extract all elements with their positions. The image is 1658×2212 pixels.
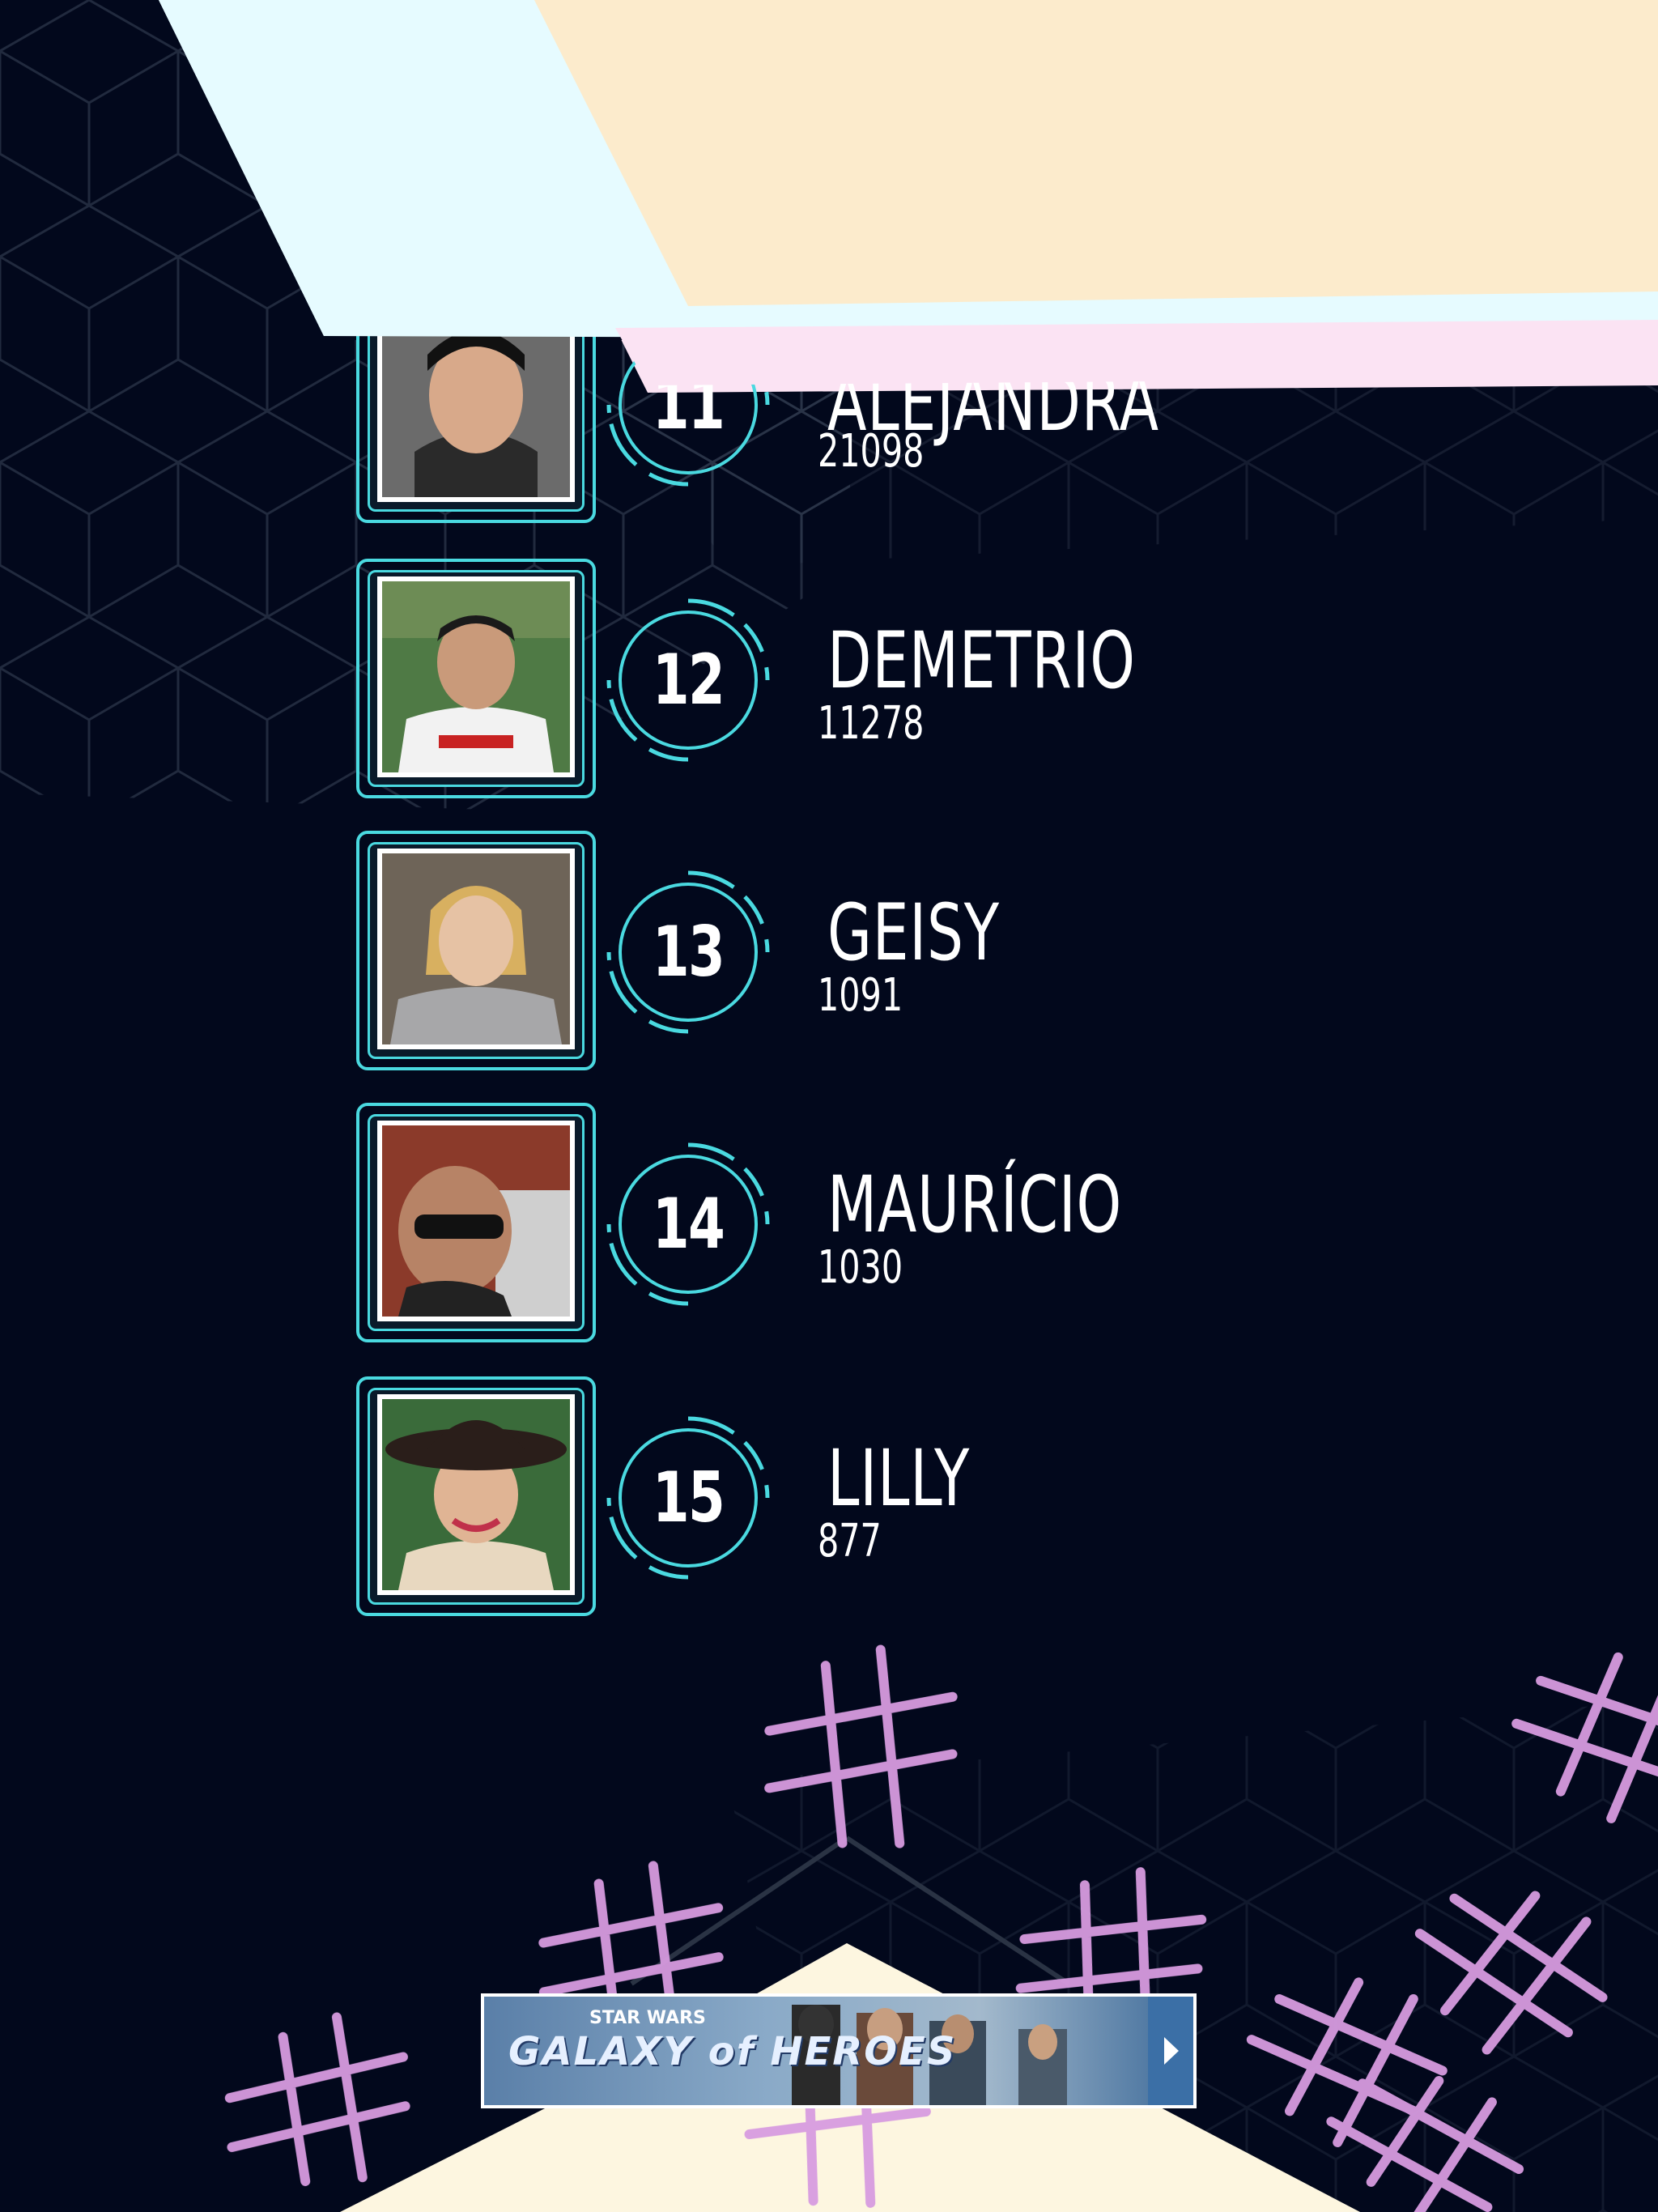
player-score: 877 (818, 1515, 882, 1568)
ranking-row[interactable]: 12 DEMETRIO 11278 (356, 559, 1328, 802)
avatar (356, 283, 599, 526)
player-name: DEMETRIO (827, 615, 1136, 706)
rank-number: 12 (652, 640, 725, 721)
rank-number: 15 (652, 1457, 725, 1538)
ranking-row[interactable]: 14 MAURÍCIO 1030 (356, 1103, 1328, 1346)
player-score: 1030 (818, 1241, 903, 1294)
player-name: GEISY (827, 887, 1000, 978)
avatar (356, 1103, 599, 1346)
player-score: 21098 (818, 425, 925, 478)
page-title: RANKING (768, 112, 1364, 256)
player-score: 11278 (818, 697, 925, 750)
back-button[interactable] (338, 81, 539, 282)
ranking-row[interactable]: 15 LILLY 877 (356, 1376, 1328, 1619)
ad-title: GALAXY of HEROES (508, 2029, 957, 2074)
rank-number: 13 (652, 912, 725, 993)
avatar (356, 1376, 599, 1619)
rank-number: 11 (652, 364, 725, 445)
avatar (356, 831, 599, 1074)
player-score: 1091 (818, 969, 903, 1022)
ranking-row[interactable]: 11 ALEJANDRA 21098 (356, 283, 1328, 526)
avatar (356, 559, 599, 802)
player-name: LILLY (827, 1433, 971, 1524)
ad-subtitle: STAR WARS (589, 2008, 706, 2028)
ranking-row-current[interactable]: 13 GEISY 1091 (356, 831, 1328, 1074)
player-name: MAURÍCIO (827, 1159, 1123, 1250)
rank-number: 14 (652, 1184, 725, 1265)
ad-banner[interactable]: STAR WARS GALAXY of HEROES (481, 1993, 1197, 2108)
chevron-left-icon (340, 83, 538, 280)
